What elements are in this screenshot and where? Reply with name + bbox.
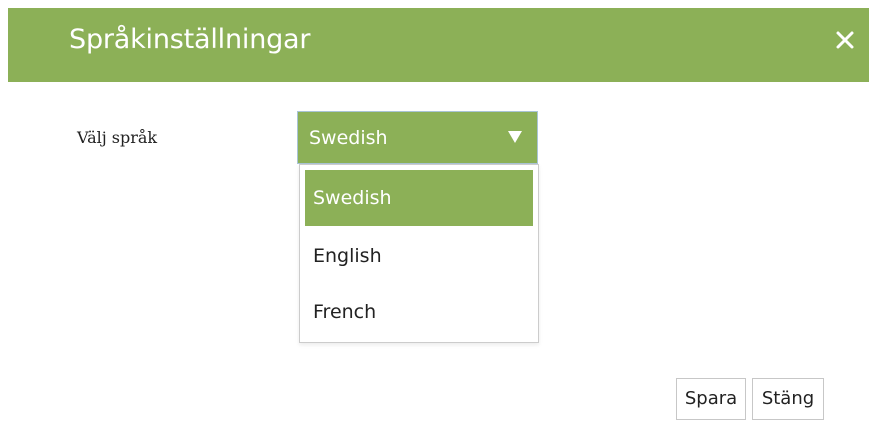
language-option-swedish[interactable]: Swedish bbox=[305, 170, 533, 226]
dialog-header: Språkinställningar bbox=[8, 8, 869, 82]
language-option-french[interactable]: French bbox=[305, 284, 533, 340]
close-icon[interactable] bbox=[833, 28, 857, 52]
language-option-english[interactable]: English bbox=[305, 228, 533, 284]
language-dropdown-list: Swedish English French bbox=[299, 164, 539, 343]
language-settings-dialog: Språkinställningar Välj språk Swedish Sw… bbox=[0, 0, 869, 444]
close-button[interactable]: Stäng bbox=[752, 378, 824, 420]
chevron-down-icon bbox=[508, 131, 522, 143]
save-button[interactable]: Spara bbox=[676, 378, 746, 420]
language-field-label: Välj språk bbox=[77, 128, 158, 147]
language-select-value: Swedish bbox=[309, 127, 388, 149]
dialog-title: Språkinställningar bbox=[69, 24, 311, 55]
language-select[interactable]: Swedish bbox=[297, 111, 538, 164]
